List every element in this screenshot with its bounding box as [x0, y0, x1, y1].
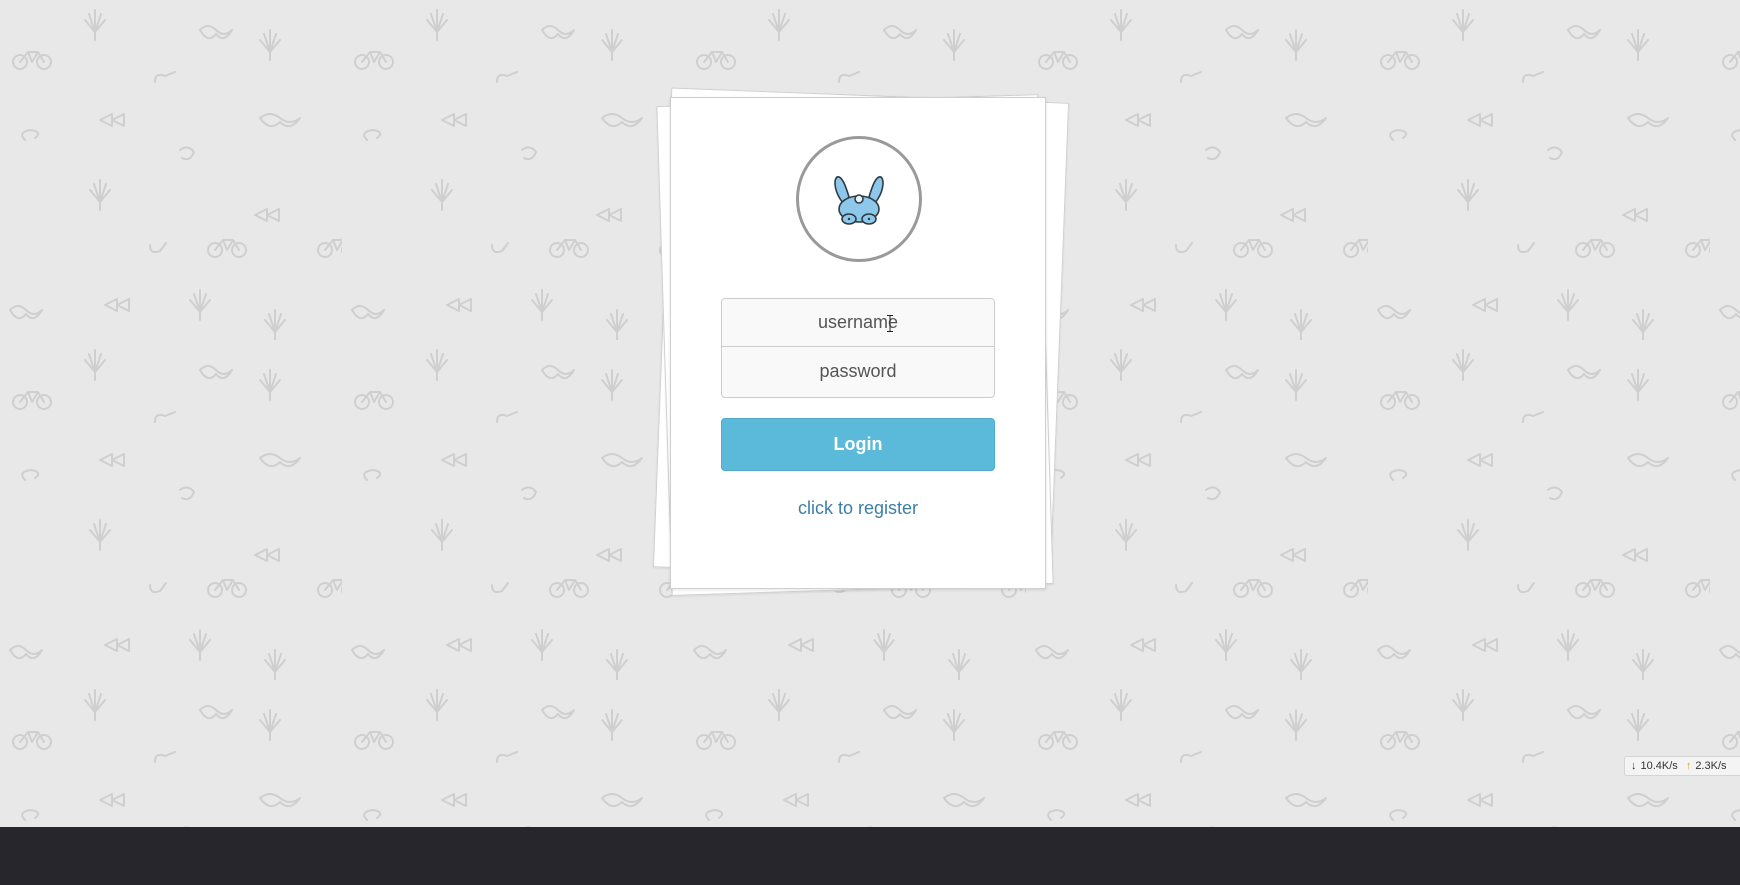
download-speed: 10.4K/s	[1640, 760, 1678, 772]
bunny-icon	[834, 176, 884, 225]
register-link[interactable]: click to register	[671, 498, 1045, 519]
upload-speed: 2.3K/s	[1695, 760, 1727, 772]
login-button[interactable]: Login	[721, 418, 995, 471]
taskbar	[0, 827, 1740, 885]
password-input[interactable]	[722, 347, 994, 395]
username-input[interactable]	[722, 299, 994, 347]
download-arrow-icon: ↓	[1631, 760, 1637, 772]
network-monitor: ↓ 10.4K/s ↑ 2.3K/s	[1624, 756, 1740, 776]
login-card: Login click to register	[670, 97, 1046, 589]
avatar	[796, 136, 922, 262]
text-cursor-icon	[887, 315, 893, 332]
upload-arrow-icon: ↑	[1685, 760, 1692, 772]
credentials-group	[721, 298, 995, 398]
